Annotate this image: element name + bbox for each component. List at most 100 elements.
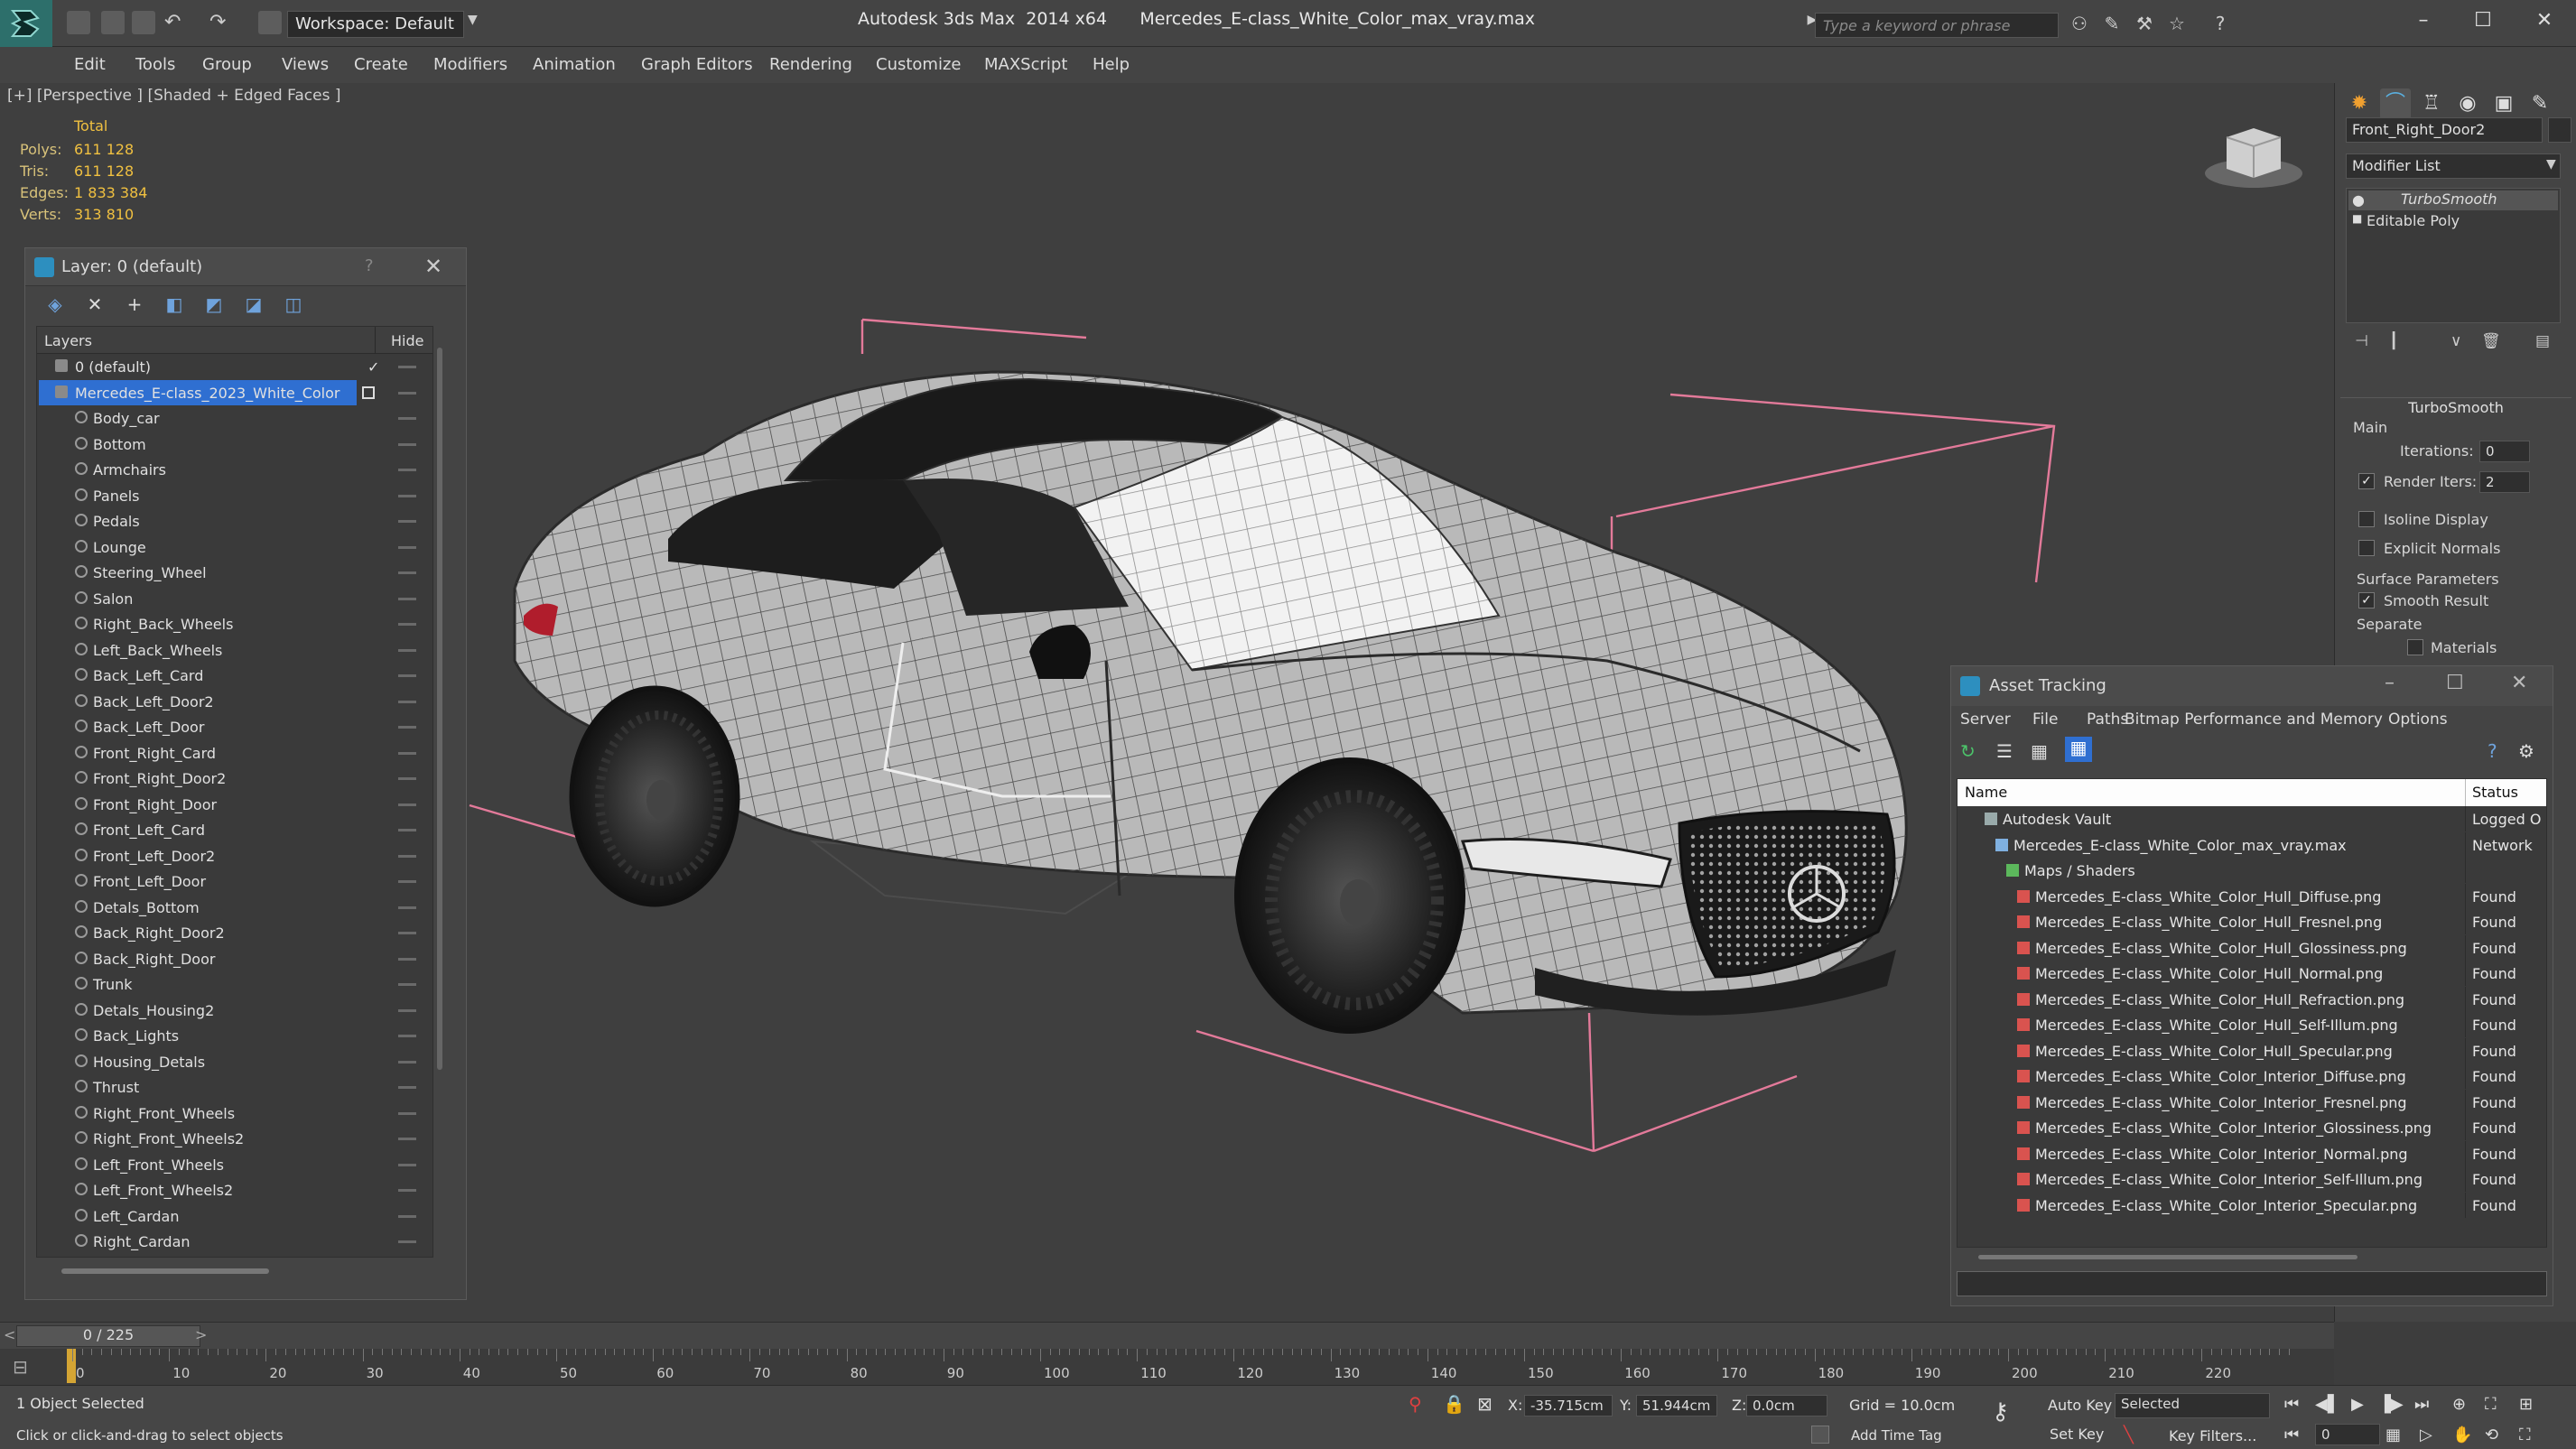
field-of-view-icon[interactable]: ▷ [2420, 1426, 2432, 1444]
asset-row[interactable]: Mercedes_E-class_White_Color_Interior_Fr… [1958, 1089, 2546, 1116]
hide-toggle[interactable] [398, 623, 416, 626]
layer-row[interactable]: Thrust [37, 1074, 432, 1101]
hide-toggle[interactable] [398, 469, 416, 471]
asset-tracking-titlebar[interactable]: Asset Tracking – ☐ ✕ [1951, 666, 2553, 706]
asset-row[interactable]: Mercedes_E-class_White_Color_Interior_No… [1958, 1140, 2546, 1167]
object-name-field[interactable]: Front_Right_Door2 [2346, 117, 2543, 143]
horizontal-scrollbar[interactable] [61, 1268, 269, 1274]
hierarchy-tab-icon[interactable]: ♖ [2416, 88, 2447, 119]
menu-options[interactable]: Options [2388, 711, 2448, 729]
track-bar[interactable]: ⊟ 0 10 20 30 40 50 60 70 80 90 100 110 120 130 140 150 1… [0, 1349, 2334, 1385]
layer-row[interactable]: Back_Right_Door2 [37, 920, 432, 946]
absolute-mode-icon[interactable]: ⊠ [1477, 1393, 1493, 1415]
iterations-spinner[interactable]: 0 [2479, 441, 2530, 462]
asset-row[interactable]: Mercedes_E-class_White_Color_Hull_Fresne… [1958, 909, 2546, 935]
menu-edit[interactable]: Edit [74, 55, 106, 74]
materials-checkbox[interactable] [2407, 639, 2423, 655]
menu-views[interactable]: Views [282, 55, 329, 74]
column-status[interactable]: Status [2472, 784, 2518, 801]
menu-help[interactable]: Help [1093, 55, 1130, 74]
hide-toggle[interactable] [398, 932, 416, 934]
layer-row[interactable]: Back_Left_Door2 [37, 689, 432, 715]
layer-row[interactable]: Lounge [37, 534, 432, 561]
render-iters-spinner[interactable]: 2 [2479, 471, 2530, 493]
time-slider[interactable]: 0 / 225 [16, 1325, 200, 1347]
add-time-tag-button[interactable]: Add Time Tag [1851, 1427, 1942, 1444]
asset-row[interactable]: Mercedes_E-class_White_Color_Hull_Diffus… [1958, 883, 2546, 910]
close-icon[interactable]: ✕ [424, 254, 442, 279]
orbit-icon[interactable]: ⟲ [2485, 1426, 2498, 1444]
auto-key-button[interactable]: Auto Key [2048, 1397, 2112, 1414]
menu-group[interactable]: Group [202, 55, 252, 74]
hide-toggle[interactable] [398, 1214, 416, 1218]
hide-toggle[interactable] [398, 1086, 416, 1089]
hide-toggle[interactable] [398, 751, 416, 755]
hide-toggle[interactable] [398, 1111, 416, 1115]
column-name[interactable]: Name [1965, 784, 2007, 801]
hide-toggle[interactable] [398, 1163, 416, 1166]
set-current-layer-icon[interactable] [362, 385, 375, 399]
create-layer-icon[interactable]: ◈ [43, 293, 67, 315]
close-icon[interactable]: ✕ [2511, 672, 2527, 694]
workspace-dropdown[interactable]: Workspace: Default [287, 11, 464, 38]
menu-bitmap-performance[interactable]: Bitmap Performance and Memory [2125, 711, 2383, 729]
layer-row[interactable]: Bottom [37, 432, 432, 458]
delete-layer-icon[interactable]: ✕ [83, 293, 107, 315]
zoom-extents-icon[interactable]: ⛶ [2485, 1395, 2497, 1414]
modifier-list-dropdown[interactable]: Modifier List [2346, 153, 2561, 179]
redo-icon[interactable]: ↷ [209, 11, 233, 34]
asset-row[interactable]: Mercedes_E-class_White_Color_Interior_Di… [1958, 1064, 2546, 1090]
hide-toggle[interactable] [398, 880, 416, 883]
asset-row[interactable]: Autodesk Vault Logged O [1958, 806, 2546, 832]
help-icon[interactable]: ? [2209, 13, 2232, 36]
asset-row[interactable]: Mercedes_E-class_White_Color_Interior_Gl… [1958, 1115, 2546, 1141]
hide-toggle[interactable] [398, 417, 416, 420]
communication-center-icon[interactable]: ⚒ [2133, 13, 2156, 36]
hide-toggle[interactable] [398, 777, 416, 780]
layer-row[interactable]: Front_Left_Door [37, 868, 432, 895]
asset-row[interactable]: Mercedes_E-class_White_Color_Interior_Se… [1958, 1166, 2546, 1193]
isolate-selection-icon[interactable]: ⚲ [1409, 1393, 1422, 1415]
hide-toggle[interactable] [398, 648, 416, 652]
refresh-icon[interactable]: ↻ [1960, 740, 1976, 762]
isoline-display-checkbox[interactable] [2358, 511, 2375, 527]
configure-sets-icon[interactable]: ▤ [2535, 332, 2550, 350]
hide-toggle[interactable] [398, 906, 416, 909]
z-coordinate-field[interactable]: 0.0cm [1746, 1395, 1827, 1416]
hide-toggle[interactable] [398, 700, 416, 703]
layer-row[interactable]: Armchairs [37, 457, 432, 483]
go-to-start-icon[interactable]: ⏮ [2284, 1395, 2299, 1414]
render-iters-checkbox[interactable]: ✓ [2358, 473, 2375, 489]
stack-editable-poly[interactable]: Editable Poly [2367, 212, 2460, 229]
layer-row[interactable]: Panels [37, 483, 432, 509]
time-tag-icon[interactable] [1811, 1426, 1829, 1444]
menu-animation[interactable]: Animation [533, 55, 616, 74]
show-end-result-icon[interactable]: ┃ [2389, 332, 2398, 350]
asset-row[interactable]: Mercedes_E-class_White_Color_Interior_Sp… [1958, 1192, 2546, 1219]
hide-toggle[interactable] [398, 571, 416, 574]
thumbnail-view-icon[interactable]: ▦ [2031, 740, 2048, 762]
save-file-icon[interactable] [132, 11, 155, 34]
table-view-icon[interactable]: ▦ [2065, 737, 2092, 762]
chevron-down-icon[interactable]: ▼ [468, 13, 478, 27]
menu-server[interactable]: Server [1960, 711, 2011, 729]
column-hide[interactable]: Hide [391, 332, 423, 349]
layer-row[interactable]: Right_Cardan [37, 1229, 432, 1255]
layer-row[interactable]: Housing_Detals [37, 1049, 432, 1075]
layer-row[interactable]: Detals_Bottom [37, 895, 432, 921]
x-coordinate-field[interactable]: -35.715cm [1524, 1395, 1613, 1416]
layer-row[interactable]: Salon [37, 586, 432, 612]
hide-toggle[interactable] [398, 1035, 416, 1037]
layer-row[interactable]: Left_Front_Wheels2 [37, 1177, 432, 1203]
layer-row[interactable]: Left_Front_Wheels [37, 1152, 432, 1178]
layer-row[interactable]: Back_Right_Door [37, 946, 432, 972]
hide-all-icon[interactable]: ◪ [242, 293, 265, 315]
layer-row[interactable]: Steering_Wheel [37, 560, 432, 586]
modify-tab-icon[interactable]: ⌒ [2380, 88, 2411, 119]
layer-row[interactable]: Front_Left_Card [37, 817, 432, 843]
set-key-button[interactable]: Set Key [2050, 1426, 2104, 1443]
lock-selection-icon[interactable]: 🔒 [1443, 1393, 1465, 1415]
asset-row[interactable]: Mercedes_E-class_White_Color_Hull_Refrac… [1958, 986, 2546, 1013]
help-icon[interactable]: ? [365, 256, 374, 275]
plus-icon[interactable]: ■ [2352, 212, 2362, 225]
